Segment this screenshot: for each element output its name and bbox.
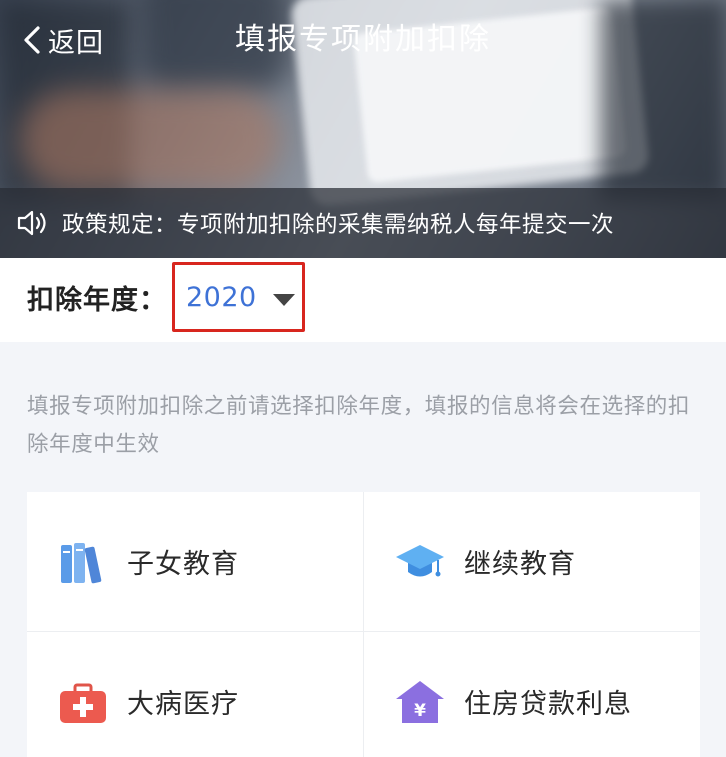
page-title: 填报专项附加扣除	[235, 22, 491, 57]
deduction-category-grid: 子女教育 继续教育 大病医疗 ¥ 住房贷款利息	[27, 492, 700, 757]
category-serious-illness-medical[interactable]: 大病医疗	[27, 632, 363, 757]
deduction-year-label: 扣除年度：	[27, 285, 167, 316]
medical-kit-icon	[60, 683, 106, 723]
category-label: 住房贷款利息	[464, 689, 632, 720]
deduction-year-value: 2020	[186, 281, 257, 313]
house-loan-icon: ¥	[396, 680, 444, 723]
header-banner: 返回 填报专项附加扣除 政策规定：专项附加扣除的采集需纳税人每年提交一次	[0, 0, 726, 258]
policy-notice-bar: 政策规定：专项附加扣除的采集需纳税人每年提交一次	[0, 188, 726, 258]
caret-down-icon	[273, 294, 295, 306]
policy-notice-text: 政策规定：专项附加扣除的采集需纳税人每年提交一次	[62, 212, 615, 238]
category-housing-loan-interest[interactable]: ¥ 住房贷款利息	[364, 632, 700, 757]
graduation-cap-icon	[396, 544, 444, 576]
category-label: 大病医疗	[127, 689, 239, 720]
year-selector-row: 扣除年度： 2020	[0, 258, 726, 342]
category-continuing-education[interactable]: 继续教育	[364, 492, 700, 631]
year-selection-hint: 填报专项附加扣除之前请选择扣除年度，填报的信息将会在选择的扣除年度中生效	[27, 394, 691, 457]
deduction-year-dropdown[interactable]: 2020	[172, 262, 305, 332]
category-children-education[interactable]: 子女教育	[27, 492, 363, 631]
category-label: 子女教育	[127, 549, 239, 580]
svg-text:¥: ¥	[414, 701, 426, 721]
speaker-icon	[17, 210, 46, 236]
category-label: 继续教育	[464, 549, 576, 580]
books-icon	[61, 542, 102, 583]
top-navigation-bar: 返回 填报专项附加扣除	[0, 0, 726, 80]
